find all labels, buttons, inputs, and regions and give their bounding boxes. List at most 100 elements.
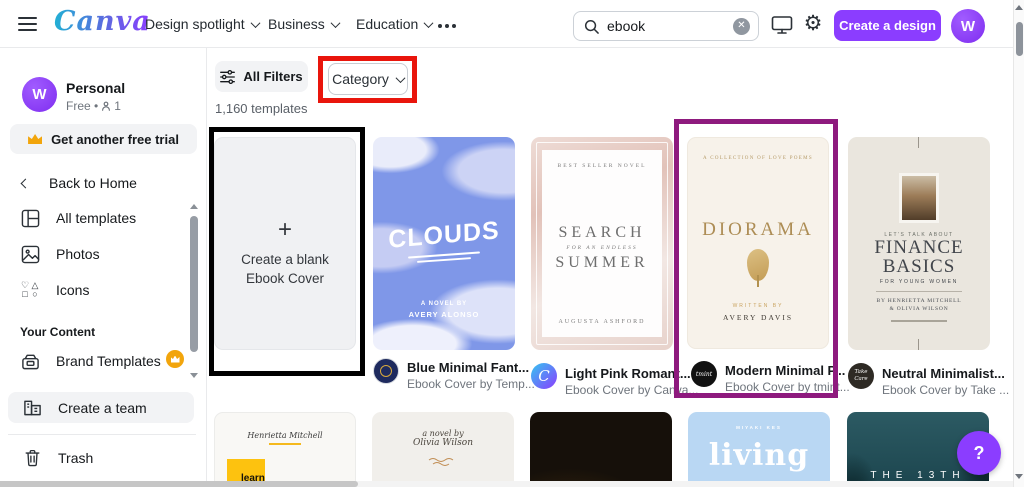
trash-icon xyxy=(22,448,42,468)
cover-top-text: A COLLECTION OF LOVE POEMS xyxy=(703,156,813,161)
search-box[interactable]: ✕ xyxy=(573,11,759,41)
sidebar-item-label: Photos xyxy=(56,246,100,262)
cover-underline xyxy=(269,443,301,445)
create-blank-ebook-card[interactable]: + Create a blank Ebook Cover xyxy=(214,137,356,350)
sidebar-divider xyxy=(8,434,196,435)
plan-label: Free • xyxy=(66,99,99,113)
template-card-finance[interactable]: LET'S TALK ABOUT FINANCE BASICS FOR YOUN… xyxy=(848,137,990,350)
cover-subtitle: FOR YOUNG WOMEN xyxy=(879,279,959,285)
cover-title: living xyxy=(708,438,810,473)
nav-education[interactable]: Education xyxy=(356,16,434,32)
filters-sliders-icon xyxy=(220,69,236,84)
cover-top-text: BEST SELLER NOVEL xyxy=(557,163,647,169)
team-buildings-icon xyxy=(22,398,42,418)
cover-author-line2: & OLIVIA WILSON xyxy=(889,306,949,312)
template-author-avatar[interactable]: tmint xyxy=(691,361,717,387)
page-horizontal-scrollbar[interactable] xyxy=(0,481,1013,487)
cover-author: Olivia Wilson xyxy=(412,438,473,448)
horizontal-scrollbar-thumb[interactable] xyxy=(0,481,358,487)
blank-card-label: Create a blank Ebook Cover xyxy=(241,252,329,286)
hamburger-menu-icon[interactable] xyxy=(18,17,37,31)
pro-crown-badge xyxy=(166,350,184,368)
search-icon xyxy=(584,19,599,34)
cover-photo xyxy=(530,412,672,487)
template-card-clouds[interactable]: CLOUDS A NOVEL BY AVERY ALONSO xyxy=(373,137,515,350)
templates-icon xyxy=(20,208,40,228)
template-title[interactable]: Light Pink Romant... xyxy=(565,366,691,381)
category-label: Category xyxy=(332,71,389,87)
cover-website-text xyxy=(891,320,947,322)
template-card-summer[interactable]: BEST SELLER NOVEL SEARCH FOR AN ENDLESS … xyxy=(531,137,673,350)
sidebar-item-label: Brand Templates xyxy=(56,353,161,369)
wave-squiggle-icon xyxy=(372,456,514,468)
sidebar-scrollbar-thumb[interactable] xyxy=(190,216,198,352)
clear-search-icon[interactable]: ✕ xyxy=(733,17,750,35)
create-team-label: Create a team xyxy=(58,399,147,416)
nav-education-label: Education xyxy=(356,16,419,32)
cover-title: SUMMER xyxy=(555,254,649,271)
user-avatar[interactable]: W xyxy=(951,9,985,43)
scroll-up-arrow[interactable] xyxy=(1015,5,1023,10)
shapes-icon: ♡ △ □ ○ xyxy=(20,280,39,299)
template-title[interactable]: Neutral Minimalist... xyxy=(882,366,1005,381)
cover-author: AVERY DAVIS xyxy=(723,313,793,322)
template-card-diorama[interactable]: A COLLECTION OF LOVE POEMS DIORAMA WRITT… xyxy=(687,137,829,349)
chevron-left-icon xyxy=(20,178,31,188)
get-free-trial-button[interactable]: Get another free trial xyxy=(10,124,197,154)
template-author-avatar[interactable]: Take Care xyxy=(848,363,874,389)
create-a-team-button[interactable]: Create a team xyxy=(8,392,194,423)
account-plan: Free • 1 xyxy=(66,99,121,113)
more-menu-icon[interactable] xyxy=(438,24,456,28)
cover-tick-mark xyxy=(918,137,919,148)
cover-mid-text: FOR AN ENDLESS xyxy=(566,245,638,251)
category-filter-button[interactable]: Category xyxy=(328,63,408,95)
sidebar-item-brand-templates[interactable]: Brand Templates xyxy=(20,350,161,372)
all-filters-label: All Filters xyxy=(243,69,303,84)
page-vertical-scrollbar[interactable] xyxy=(1013,0,1024,487)
all-filters-button[interactable]: All Filters xyxy=(215,61,308,92)
template-title[interactable]: Blue Minimal Fant... xyxy=(407,360,529,375)
back-to-home-button[interactable]: Back to Home xyxy=(20,172,137,194)
search-input[interactable] xyxy=(607,18,733,34)
cover-underline xyxy=(416,257,472,263)
sidebar-scroll-down-arrow[interactable] xyxy=(190,373,198,378)
cover-subtitle: WRITTEN BY xyxy=(732,303,784,309)
template-card-novel[interactable]: a novel by Olivia Wilson xyxy=(372,412,514,487)
avatar-emblem-icon xyxy=(380,365,392,377)
page-scrollbar-thumb[interactable] xyxy=(1016,22,1023,56)
help-button[interactable]: ? xyxy=(957,431,1001,475)
crown-icon xyxy=(28,134,43,144)
nav-design-spotlight[interactable]: Design spotlight xyxy=(145,16,261,32)
create-a-design-button[interactable]: Create a design xyxy=(834,10,941,41)
template-title[interactable]: Modern Minimal P... xyxy=(725,363,845,378)
nav-business-label: Business xyxy=(268,16,325,32)
cover-title: SEARCH xyxy=(558,224,646,241)
cover-title: CLOUDS xyxy=(388,216,500,254)
desktop-app-icon[interactable] xyxy=(770,13,794,37)
sidebar-item-all-templates[interactable]: All templates xyxy=(20,207,136,229)
cover-title: BASICS xyxy=(882,256,956,277)
cover-subtitle: A NOVEL BY xyxy=(420,301,468,307)
trial-button-label: Get another free trial xyxy=(51,131,179,147)
photos-icon xyxy=(20,244,40,264)
template-card-living[interactable]: MIYAKI KES living xyxy=(688,412,830,487)
sidebar-scroll-up-arrow[interactable] xyxy=(190,204,198,209)
settings-gear-icon[interactable]: ⚙ xyxy=(801,11,825,35)
trash-label: Trash xyxy=(58,450,94,466)
account-avatar[interactable]: W xyxy=(22,77,57,112)
canva-author-avatar[interactable]: C xyxy=(531,363,557,389)
template-card-dark-photo[interactable] xyxy=(530,412,672,487)
canva-logo[interactable]: Canva xyxy=(54,6,151,37)
template-card-learn[interactable]: Henrietta Mitchell learn xyxy=(214,412,356,487)
gold-leaf-image xyxy=(747,249,769,287)
cover-top-text: MIYAKI KES xyxy=(736,425,782,430)
scroll-down-arrow[interactable] xyxy=(1015,474,1023,479)
sidebar-item-trash[interactable]: Trash xyxy=(22,447,93,469)
template-author-avatar[interactable] xyxy=(373,358,399,384)
sidebar-item-icons[interactable]: ♡ △ □ ○ Icons xyxy=(20,279,90,301)
nav-business[interactable]: Business xyxy=(268,16,341,32)
back-to-home-label: Back to Home xyxy=(49,175,137,191)
sidebar-item-photos[interactable]: Photos xyxy=(20,243,100,265)
cover-subtitle: a novel by xyxy=(422,429,464,438)
cover-author: AUGUSTA ASHFORD xyxy=(558,319,646,325)
